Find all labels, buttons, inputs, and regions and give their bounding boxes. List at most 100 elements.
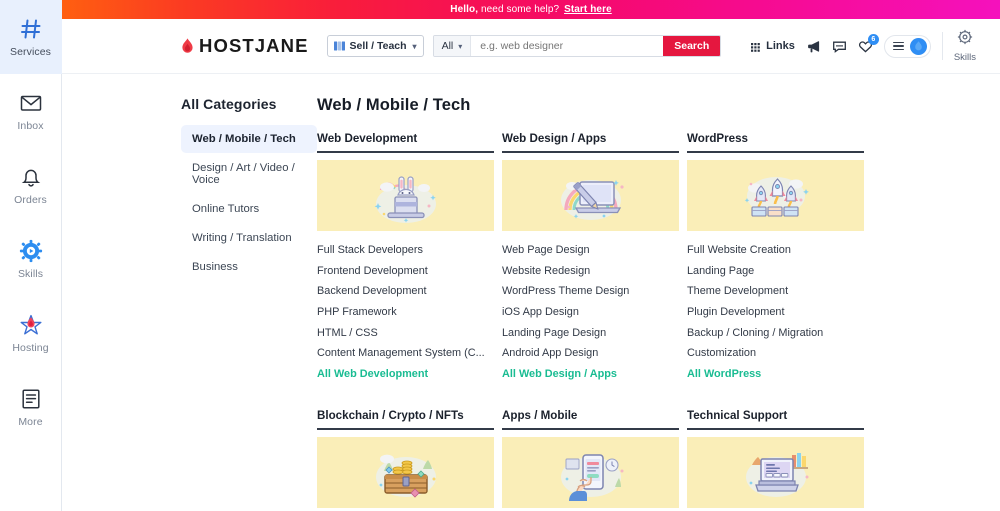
categories-title: All Categories bbox=[181, 96, 277, 112]
magic-hat-rabbit-illustration bbox=[351, 164, 461, 228]
card-link[interactable]: Frontend Development bbox=[317, 261, 494, 282]
card-link[interactable]: Android App Design bbox=[502, 343, 679, 364]
card-link[interactable]: Full Stack Developers bbox=[317, 240, 494, 261]
grid-icon bbox=[751, 41, 762, 52]
flame-icon bbox=[181, 37, 194, 55]
category-card: Apps / Mobile bbox=[502, 409, 679, 511]
sell-teach-label: Sell / Teach bbox=[349, 40, 407, 52]
laptop-desk-illustration bbox=[721, 441, 831, 505]
rail-label: More bbox=[18, 415, 43, 428]
card-links: Web Page Design Website Redesign WordPre… bbox=[502, 231, 679, 384]
category-card: WordPress Full Website Creation Landing … bbox=[687, 132, 864, 384]
page-body: All Categories Web / Mobile / Tech Desig… bbox=[62, 74, 1000, 511]
card-title[interactable]: Apps / Mobile bbox=[502, 409, 679, 431]
card-title[interactable]: Web Development bbox=[317, 132, 494, 153]
card-link[interactable]: HTML / CSS bbox=[317, 322, 494, 343]
rail-label: Orders bbox=[14, 193, 47, 206]
card-links: Full Stack Developers Frontend Developme… bbox=[317, 231, 494, 384]
card-image[interactable] bbox=[502, 160, 679, 231]
document-icon bbox=[19, 387, 43, 411]
card-title[interactable]: Web Design / Apps bbox=[502, 132, 679, 153]
card-link[interactable]: Landing Page bbox=[687, 261, 864, 282]
card-title[interactable]: WordPress bbox=[687, 132, 864, 153]
chevron-down-icon: ▾ bbox=[412, 41, 417, 51]
card-title[interactable]: Technical Support bbox=[687, 409, 864, 431]
links-button[interactable]: Links bbox=[751, 40, 795, 52]
card-link[interactable]: Content Management System (C... bbox=[317, 343, 494, 364]
category-card: Web Design / Apps Web Page Design Websit… bbox=[502, 132, 679, 384]
rail-item-hosting[interactable]: Hosting bbox=[0, 296, 62, 370]
book-icon bbox=[333, 41, 345, 51]
envelope-icon bbox=[19, 91, 43, 115]
banner-text: Hello, need some help? Start here bbox=[450, 4, 612, 15]
rail-item-skills[interactable]: Skills bbox=[0, 222, 62, 296]
chat-icon[interactable] bbox=[832, 39, 847, 54]
card-all-link[interactable]: All WordPress bbox=[687, 364, 864, 385]
rail-item-orders[interactable]: Orders bbox=[0, 148, 62, 222]
card-image[interactable] bbox=[502, 437, 679, 509]
banner-greeting: Hello, bbox=[450, 4, 479, 15]
favorites-button[interactable]: 6 bbox=[858, 33, 879, 54]
favorites-badge: 6 bbox=[867, 33, 879, 45]
card-image[interactable] bbox=[687, 160, 864, 231]
sidebar-item-web-mobile-tech[interactable]: Web / Mobile / Tech bbox=[181, 125, 317, 153]
rail-label: Services bbox=[9, 45, 52, 58]
gear-play-icon bbox=[19, 239, 43, 263]
rail-label: Inbox bbox=[17, 119, 44, 132]
rail-item-services[interactable]: Services bbox=[0, 0, 62, 74]
card-link[interactable]: Full Website Creation bbox=[687, 240, 864, 261]
card-link[interactable]: Landing Page Design bbox=[502, 322, 679, 343]
laptop-pencil-rainbow-illustration bbox=[536, 164, 646, 228]
treasure-chest-coins-illustration bbox=[351, 441, 461, 505]
category-card: Technical Support bbox=[687, 409, 864, 511]
card-link[interactable]: PHP Framework bbox=[317, 302, 494, 323]
search-scope-dropdown[interactable]: All ▾ bbox=[433, 36, 472, 56]
rail-item-inbox[interactable]: Inbox bbox=[0, 74, 62, 148]
card-links: Full Website Creation Landing Page Theme… bbox=[687, 231, 864, 384]
gear-icon bbox=[957, 29, 973, 50]
sidebar-item-design-art-video-voice[interactable]: Design / Art / Video / Voice bbox=[181, 154, 317, 194]
card-image[interactable] bbox=[317, 160, 494, 231]
search-button[interactable]: Search bbox=[663, 36, 721, 56]
logo[interactable]: HOSTJANE bbox=[181, 35, 309, 57]
sidebar-item-writing-translation[interactable]: Writing / Translation bbox=[181, 224, 317, 252]
category-card-grid: Web Development Full Stack Developers Fr… bbox=[317, 132, 976, 511]
flame-star-icon bbox=[19, 313, 43, 337]
app-root: Services Inbox Orders Skills Hosting Mor… bbox=[0, 0, 1000, 511]
category-card: Web Development Full Stack Developers Fr… bbox=[317, 132, 494, 384]
skills-button[interactable]: Skills bbox=[954, 29, 976, 63]
card-all-link[interactable]: All Web Development bbox=[317, 364, 494, 385]
banner-question: need some help? bbox=[478, 4, 563, 15]
site-header: HOSTJANE Sell / Teach ▾ All ▾ e.g. web d… bbox=[62, 19, 1000, 74]
card-image[interactable] bbox=[687, 437, 864, 509]
main-column: Hello, need some help? Start here HOSTJA… bbox=[62, 0, 1000, 511]
card-link[interactable]: Website Redesign bbox=[502, 261, 679, 282]
header-actions: Links 6 Skills bbox=[751, 29, 976, 63]
start-here-link[interactable]: Start here bbox=[564, 4, 612, 15]
sidebar-item-online-tutors[interactable]: Online Tutors bbox=[181, 195, 317, 223]
card-image[interactable] bbox=[317, 437, 494, 509]
categories-sidebar: All Categories Web / Mobile / Tech Desig… bbox=[62, 74, 317, 511]
megaphone-icon[interactable] bbox=[806, 39, 821, 54]
card-link[interactable]: Backend Development bbox=[317, 281, 494, 302]
card-link[interactable]: WordPress Theme Design bbox=[502, 281, 679, 302]
hamburger-icon bbox=[892, 41, 904, 51]
card-link[interactable]: iOS App Design bbox=[502, 302, 679, 323]
search-input[interactable] bbox=[471, 36, 664, 56]
card-link[interactable]: Plugin Development bbox=[687, 302, 864, 323]
rail-label: Hosting bbox=[12, 341, 49, 354]
card-all-link[interactable]: All Web Design / Apps bbox=[502, 364, 679, 385]
links-label: Links bbox=[766, 40, 795, 52]
search-field-group: All ▾ Search bbox=[432, 35, 722, 57]
sidebar-item-business[interactable]: Business bbox=[181, 253, 317, 281]
hand-smartphone-illustration bbox=[536, 441, 646, 505]
card-link[interactable]: Theme Development bbox=[687, 281, 864, 302]
card-title[interactable]: Blockchain / Crypto / NFTs bbox=[317, 409, 494, 431]
rail-item-more[interactable]: More bbox=[0, 370, 62, 444]
sell-teach-button[interactable]: Sell / Teach ▾ bbox=[326, 35, 424, 57]
card-link[interactable]: Web Page Design bbox=[502, 240, 679, 261]
card-link[interactable]: Customization bbox=[687, 343, 864, 364]
card-link[interactable]: Backup / Cloning / Migration bbox=[687, 322, 864, 343]
skills-label: Skills bbox=[953, 52, 976, 63]
profile-menu-button[interactable] bbox=[883, 34, 931, 58]
